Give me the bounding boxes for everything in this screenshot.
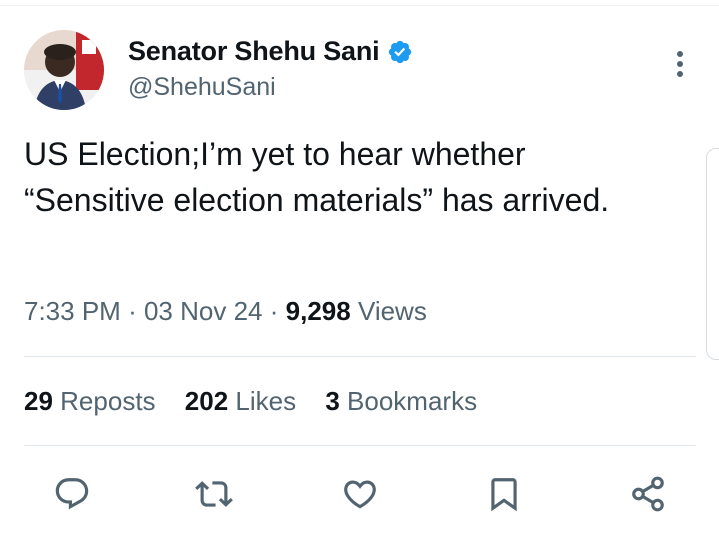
- repost-button[interactable]: [192, 472, 236, 516]
- more-vertical-icon[interactable]: [670, 50, 690, 78]
- tweet-text: US Election;I’m yet to hear whether “Sen…: [24, 136, 610, 218]
- meta-separator: ·: [269, 296, 279, 326]
- reposts-stat[interactable]: 29 Reposts: [24, 386, 156, 416]
- views-label: Views: [357, 296, 427, 326]
- meta-separator: ·: [128, 296, 137, 326]
- avatar-image: [24, 30, 104, 110]
- divider: [24, 356, 696, 357]
- action-bar: [0, 472, 719, 520]
- likes-label: Likes: [235, 386, 297, 416]
- side-panel-edge: [706, 148, 719, 360]
- reposts-label: Reposts: [60, 386, 156, 416]
- bookmarks-label: Bookmarks: [347, 386, 478, 416]
- repost-icon: [195, 481, 233, 507]
- reply-icon: [55, 478, 89, 510]
- tweet-meta: 7:33 PM · 03 Nov 24 · 9,298 Views: [24, 296, 427, 327]
- share-button[interactable]: [626, 472, 670, 516]
- tweet-date[interactable]: 03 Nov 24: [144, 296, 263, 326]
- tweet-time[interactable]: 7:33 PM: [24, 296, 121, 326]
- bookmarks-stat[interactable]: 3 Bookmarks: [325, 386, 477, 416]
- author-name[interactable]: Senator Shehu Sani: [128, 36, 380, 67]
- engagement-stats: 29 Reposts 202 Likes 3 Bookmarks: [24, 386, 499, 417]
- likes-count: 202: [184, 386, 229, 416]
- like-icon: [344, 480, 376, 509]
- bookmark-button[interactable]: [482, 472, 526, 516]
- share-icon: [632, 476, 664, 512]
- verified-badge-icon: [389, 40, 412, 63]
- author-handle[interactable]: @ShehuSani: [128, 73, 276, 102]
- views-count: 9,298: [285, 296, 351, 326]
- reply-button[interactable]: [50, 472, 94, 516]
- author-row: Senator Shehu Sani: [128, 36, 413, 67]
- bookmarks-count: 3: [325, 386, 340, 416]
- divider: [24, 445, 696, 446]
- avatar[interactable]: [24, 30, 104, 110]
- bookmark-icon: [491, 478, 517, 512]
- likes-stat[interactable]: 202 Likes: [185, 386, 296, 416]
- reposts-count: 29: [24, 386, 53, 416]
- like-button[interactable]: [338, 472, 382, 516]
- top-divider: [0, 5, 719, 6]
